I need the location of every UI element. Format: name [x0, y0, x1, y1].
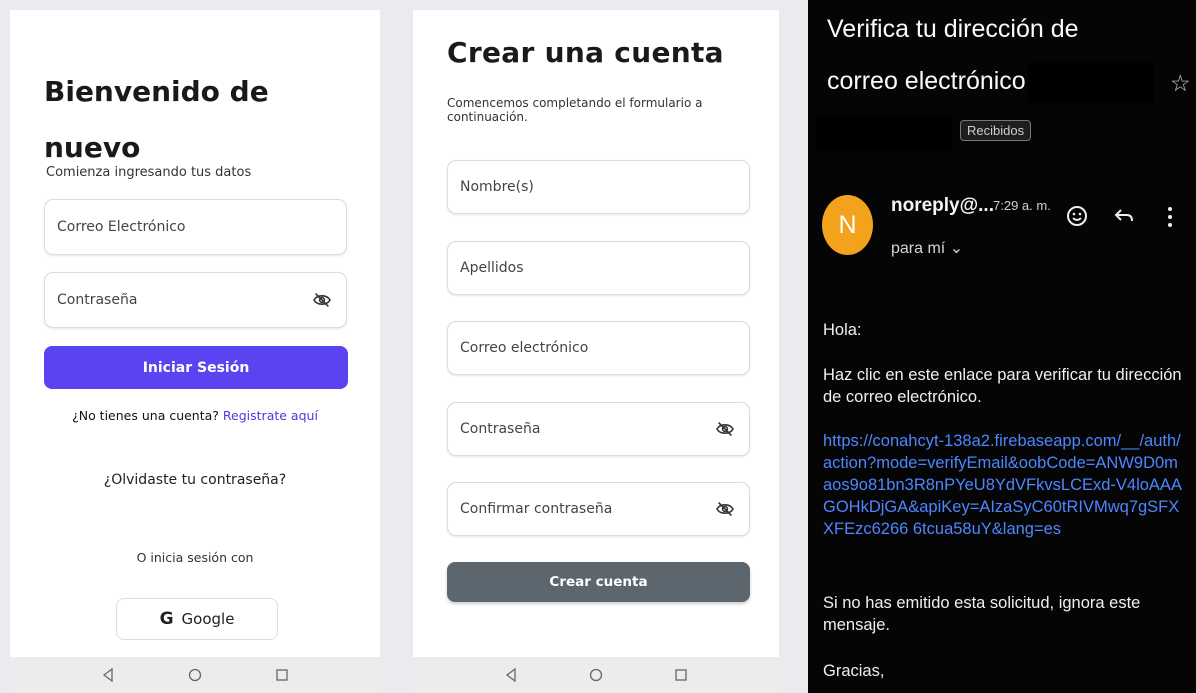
email-instructions: Haz clic en este enlace para verificar t…: [823, 366, 1182, 406]
verification-link[interactable]: https://conahcyt-138a2.firebaseapp.com/_…: [823, 430, 1183, 540]
last-name-field[interactable]: Apellidos: [447, 241, 750, 295]
google-icon: G: [159, 609, 174, 629]
login-screen: Bienvenido de nuevo Comienza ingresando …: [10, 10, 380, 693]
email-thanks: Gracias,: [823, 662, 885, 680]
inbox-label-badge[interactable]: Recibidos: [960, 120, 1032, 141]
email-ignore-note: Si no has emitido esta solicitud, ignora…: [823, 594, 1141, 634]
confirm-password-field[interactable]: Confirmar contraseña: [447, 482, 750, 536]
email-subject-line1: Verifica tu dirección de: [827, 15, 1079, 43]
eye-off-icon[interactable]: [715, 421, 735, 437]
register-password-placeholder: Contraseña: [460, 421, 541, 437]
star-icon[interactable]: ☆: [1170, 70, 1191, 97]
register-email-field[interactable]: Correo electrónico: [447, 321, 750, 375]
email-field[interactable]: Correo Electrónico: [44, 199, 347, 255]
register-link[interactable]: Registrate aquí: [223, 408, 318, 423]
reply-icon[interactable]: [1113, 205, 1135, 227]
email-greeting: Hola:: [823, 321, 862, 339]
google-label: Google: [181, 610, 235, 628]
sender-avatar: N: [822, 195, 873, 255]
home-icon[interactable]: [188, 668, 202, 682]
google-login-button[interactable]: G Google: [116, 598, 278, 640]
email-placeholder: Correo Electrónico: [57, 219, 186, 235]
password-placeholder: Contraseña: [57, 292, 138, 308]
first-name-placeholder: Nombre(s): [460, 179, 534, 195]
no-account-row: ¿No tienes una cuenta? Registrate aquí: [10, 408, 380, 423]
redaction-block: [816, 115, 952, 151]
android-nav-bar: [10, 657, 380, 693]
register-email-placeholder: Correo electrónico: [460, 340, 589, 356]
first-name-field[interactable]: Nombre(s): [447, 160, 750, 214]
email-time: 7:29 a. m.: [993, 198, 1051, 213]
login-title: Bienvenido de nuevo: [44, 75, 269, 164]
eye-off-icon[interactable]: [715, 501, 735, 517]
redaction-block: [1028, 63, 1153, 103]
recents-icon[interactable]: [275, 668, 289, 682]
no-account-text: ¿No tienes una cuenta?: [72, 408, 219, 423]
register-subtitle: Comencemos completando el formulario a c…: [447, 96, 703, 124]
register-screen: Crear una cuenta Comencemos completando …: [413, 10, 779, 693]
verification-email: Verifica tu dirección de correo electrón…: [808, 0, 1196, 693]
home-icon[interactable]: [589, 668, 603, 682]
register-title: Crear una cuenta: [447, 36, 724, 69]
recents-icon[interactable]: [674, 668, 688, 682]
recipient-dropdown[interactable]: para mí ⌄: [891, 238, 963, 258]
android-nav-bar: [413, 657, 779, 693]
login-button[interactable]: Iniciar Sesión: [44, 346, 348, 389]
eye-off-icon[interactable]: [312, 292, 332, 308]
or-login-with-text: O inicia sesión con: [136, 550, 254, 565]
back-icon[interactable]: [101, 668, 115, 682]
sender-name: noreply@...: [891, 195, 994, 216]
register-password-field[interactable]: Contraseña: [447, 402, 750, 456]
login-subtitle: Comienza ingresando tus datos: [46, 165, 252, 180]
back-icon[interactable]: [504, 668, 518, 682]
email-subject-line2: correo electrónico: [827, 67, 1026, 95]
create-account-button[interactable]: Crear cuenta: [447, 562, 750, 602]
forgot-password-link[interactable]: ¿Olvidaste tu contraseña?: [10, 472, 380, 488]
last-name-placeholder: Apellidos: [460, 260, 524, 276]
confirm-password-placeholder: Confirmar contraseña: [460, 501, 613, 517]
emoji-reaction-icon[interactable]: [1066, 205, 1088, 227]
more-options-icon[interactable]: [1166, 205, 1174, 229]
password-field[interactable]: Contraseña: [44, 272, 347, 328]
